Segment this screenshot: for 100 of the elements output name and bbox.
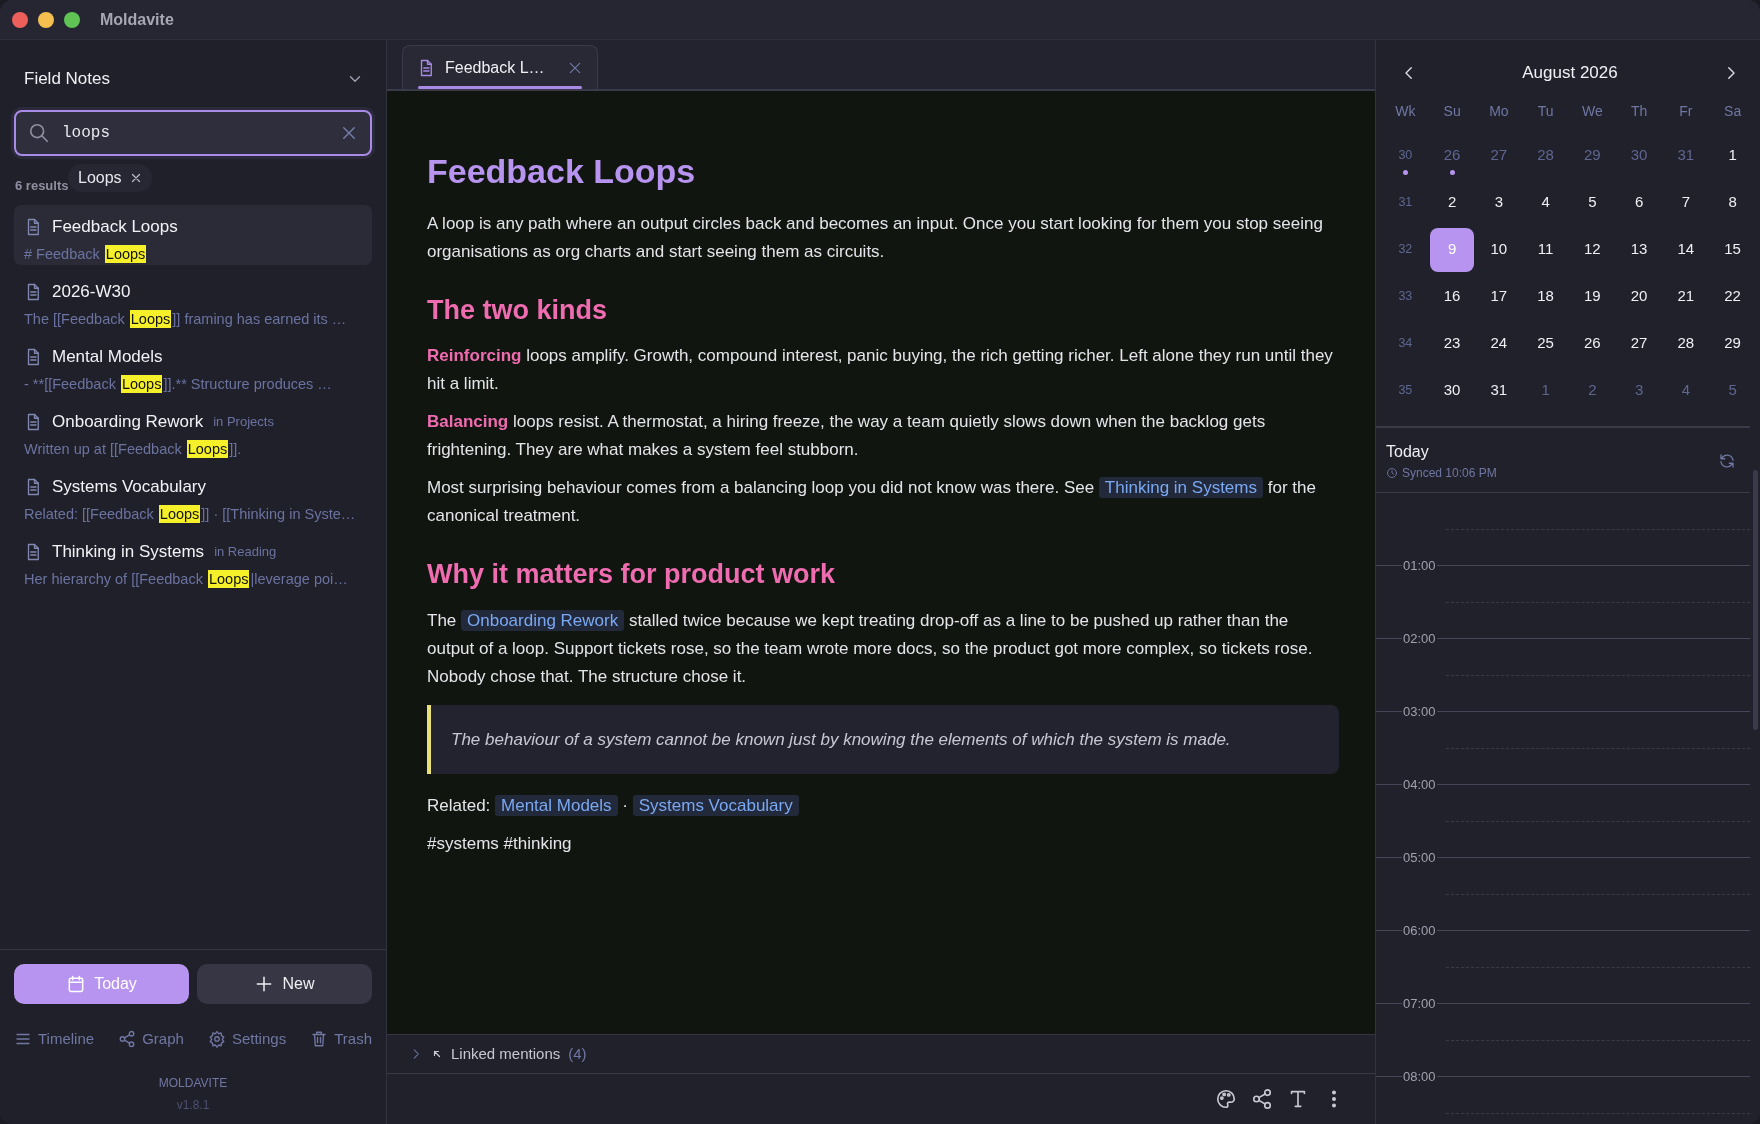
results-count: 6 results bbox=[15, 176, 69, 195]
week-number: 34 bbox=[1398, 335, 1413, 353]
search-result[interactable]: Onboarding Rework in Projects Written up at [[Feedback Loops]]. bbox=[14, 400, 372, 460]
calendar-day[interactable]: 6 bbox=[1617, 180, 1662, 225]
week-number: 35 bbox=[1398, 382, 1413, 400]
calendar-day[interactable]: 8 bbox=[1710, 180, 1755, 225]
calendar-day[interactable]: 28 bbox=[1663, 321, 1708, 366]
calendar-day[interactable]: 25 bbox=[1523, 321, 1568, 366]
sync-status: Synced 10:06 PM bbox=[1402, 465, 1497, 482]
note-link[interactable]: Mental Models bbox=[495, 795, 618, 817]
calendar-day[interactable]: 10 bbox=[1476, 227, 1521, 272]
paragraph: Related: Mental Models · Systems Vocabulary bbox=[427, 792, 1339, 821]
window-title: Moldavite bbox=[100, 9, 174, 30]
settings-icon bbox=[207, 1029, 226, 1048]
calendar-day[interactable]: 29 bbox=[1710, 321, 1755, 366]
share-icon bbox=[118, 1029, 137, 1048]
result-snippet: # Feedback Loops bbox=[24, 243, 148, 265]
result-snippet: Written up at [[Feedback Loops]]. bbox=[24, 438, 243, 460]
search-result[interactable]: Mental Models - **[[Feedback Loops]].** Structure produces … bbox=[14, 335, 372, 395]
result-title: Feedback Loops bbox=[52, 216, 178, 238]
paragraph: A loop is any path where an output circles back and becomes an input. Once you start looking for them you stop seeing organisations as org charts and start seeing them as circuits. bbox=[427, 212, 1324, 263]
document-title: Feedback Loops bbox=[427, 151, 697, 192]
calendar-day[interactable]: 2 bbox=[1430, 180, 1475, 225]
calendar-day[interactable]: 12 bbox=[1570, 227, 1615, 272]
paragraph: The Onboarding Rework stalled twice because we kept treating drop-off as a line to be pushed up rather than the output of a loop. Support tickets rose, so the team wrote more docs, so the product got more complex, so tickets rose. Nobody chose that. The structure chose it. bbox=[427, 608, 1314, 688]
palette-icon[interactable] bbox=[1215, 1088, 1237, 1110]
weekday-label: Mo bbox=[1489, 101, 1509, 121]
calendar-day[interactable]: 27 bbox=[1617, 321, 1662, 366]
result-snippet: Her hierarchy of [[Feedback Loops|leverage poi… bbox=[24, 568, 349, 590]
week-number: 30 bbox=[1398, 147, 1413, 165]
search-result[interactable]: 2026-W30 The [[Feedback Loops]] framing has earned its … bbox=[14, 270, 372, 330]
zoom-button[interactable] bbox=[64, 11, 80, 28]
timeline-link[interactable]: Timeline bbox=[14, 1027, 95, 1050]
sync-icon[interactable] bbox=[1718, 452, 1736, 470]
suggestion-chip[interactable]: Loops bbox=[68, 163, 152, 192]
notebook-name: Field Notes bbox=[24, 68, 110, 90]
week-number: 33 bbox=[1398, 288, 1413, 306]
note-link[interactable]: Onboarding Rework bbox=[461, 609, 625, 631]
result-title: Systems Vocabulary bbox=[52, 476, 206, 498]
weekday-label: Fr bbox=[1679, 101, 1693, 121]
calendar-day[interactable]: 11 bbox=[1523, 227, 1568, 272]
calendar-day[interactable]: 17 bbox=[1476, 274, 1521, 319]
calendar-day[interactable]: 13 bbox=[1617, 227, 1662, 272]
day-title: Today bbox=[1386, 442, 1430, 462]
app-name: MOLDAVITE bbox=[157, 1075, 229, 1092]
calendar-day[interactable]: 16 bbox=[1430, 274, 1475, 319]
result-folder: in Projects bbox=[213, 413, 274, 431]
note-link[interactable]: Systems Vocabulary bbox=[632, 795, 799, 817]
calendar-day[interactable]: 4 bbox=[1523, 180, 1568, 225]
result-snippet: Related: [[Feedback Loops]] · [[Thinking in Syste… bbox=[24, 503, 357, 525]
paragraph: Most surprising behaviour comes from a balancing loop you did not know was there. See Thinking in Systems for the canonical treatment. bbox=[427, 476, 1317, 528]
calendar-day[interactable]: 7 bbox=[1663, 180, 1708, 225]
calendar-day[interactable]: 15 bbox=[1710, 227, 1755, 272]
graph-link[interactable]: Graph bbox=[118, 1027, 184, 1050]
paragraph: Balancing loops resist. A thermostat, a hiring freeze, the way a team quietly slows down when the backlog gets frightening. They are what makes a system feel stubborn. bbox=[427, 411, 1267, 462]
result-title: 2026-W30 bbox=[52, 281, 131, 303]
settings-link[interactable]: Settings bbox=[207, 1027, 287, 1050]
close-icon[interactable] bbox=[129, 171, 142, 184]
calendar-day[interactable]: 3 bbox=[1476, 180, 1521, 225]
share-icon[interactable] bbox=[1251, 1088, 1273, 1110]
calendar-day[interactable]: 21 bbox=[1663, 274, 1708, 319]
calendar-day[interactable]: 24 bbox=[1476, 321, 1521, 366]
paragraph: Reinforcing loops amplify. Growth, compound interest, panic buying, the rich getting richer. Left alone they run until they hit a limit. bbox=[427, 345, 1334, 396]
search-result[interactable]: Feedback Loops # Feedback Loops bbox=[14, 205, 372, 265]
weekday-label: Wk bbox=[1395, 101, 1416, 121]
trash-link[interactable]: Trash bbox=[310, 1027, 372, 1050]
calendar-day[interactable]: 18 bbox=[1523, 274, 1568, 319]
paragraph: #systems #thinking bbox=[427, 833, 573, 856]
calendar-day[interactable]: 30 bbox=[1430, 368, 1475, 413]
app-version: v1.8.1 bbox=[175, 1097, 211, 1114]
search-field[interactable]: loops bbox=[14, 109, 372, 156]
search-result[interactable]: Thinking in Systems in Reading Her hierarchy of [[Feedback Loops|leverage poi… bbox=[14, 530, 372, 590]
calendar-day[interactable]: 14 bbox=[1663, 227, 1708, 272]
calendar-day[interactable]: 20 bbox=[1617, 274, 1662, 319]
calendar-day[interactable]: 19 bbox=[1570, 274, 1615, 319]
calendar-day[interactable]: 26 bbox=[1570, 321, 1615, 366]
blockquote: The behaviour of a system cannot be known just by knowing the elements of which the system is made. bbox=[427, 704, 1339, 775]
result-title: Thinking in Systems bbox=[52, 541, 205, 563]
note-link[interactable]: Thinking in Systems bbox=[1098, 477, 1263, 499]
calendar-day[interactable]: 22 bbox=[1710, 274, 1755, 319]
new-button[interactable]: New bbox=[197, 963, 372, 1004]
scrollbar[interactable] bbox=[1753, 470, 1758, 730]
search-icon bbox=[28, 121, 50, 144]
month-title: August 2026 bbox=[1522, 62, 1618, 85]
weekday-label: Tu bbox=[1537, 101, 1554, 121]
linked-mentions-toggle[interactable]: Linked mentions (4) bbox=[409, 1042, 587, 1066]
result-folder: in Reading bbox=[214, 543, 277, 561]
editor-tab[interactable]: Feedback L… bbox=[402, 45, 598, 89]
calendar-day[interactable]: 23 bbox=[1430, 321, 1475, 366]
calendar-day[interactable]: 1 bbox=[1710, 133, 1755, 178]
calendar-day[interactable]: 31 bbox=[1476, 368, 1521, 413]
trash-icon bbox=[310, 1029, 329, 1048]
search-result[interactable]: Systems Vocabulary Related: [[Feedback Loops]] · [[Thinking in Syste… bbox=[14, 465, 372, 525]
result-title: Mental Models bbox=[52, 346, 163, 368]
close-button[interactable] bbox=[12, 11, 28, 28]
week-number: 32 bbox=[1398, 241, 1413, 259]
clock-icon bbox=[1386, 467, 1398, 479]
section-heading: Why it matters for product work bbox=[427, 558, 837, 591]
calendar-day[interactable]: 5 bbox=[1570, 180, 1615, 225]
minimize-button[interactable] bbox=[38, 11, 54, 28]
